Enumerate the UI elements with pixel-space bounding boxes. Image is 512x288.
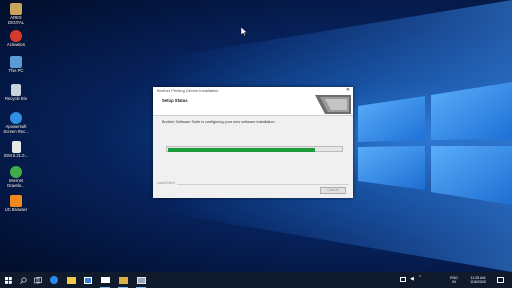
task-view-icon [34, 276, 42, 283]
taskbar-file-explorer[interactable] [63, 272, 79, 288]
chevron-up-icon[interactable]: ⌃ [418, 276, 422, 281]
mouse-cursor-icon [241, 27, 248, 36]
app-icon [118, 276, 128, 284]
installer-icon [136, 276, 146, 284]
document-icon [11, 141, 21, 153]
cancel-button[interactable]: Cancel [320, 187, 346, 194]
edge-browser-icon [50, 276, 58, 284]
notification-center-icon[interactable] [497, 277, 504, 283]
installshield-label: InstallShield [157, 181, 177, 185]
progress-bar-fill [168, 148, 315, 152]
close-icon[interactable]: ✕ [346, 87, 350, 94]
language-indicator[interactable]: ENG IN [448, 276, 460, 284]
language-line2: IN [452, 280, 456, 284]
mail-icon [100, 277, 110, 283]
screen-recorder-icon [10, 112, 22, 124]
installer-logo-icon [315, 95, 351, 114]
footer-divider [157, 184, 349, 185]
clock[interactable]: 11:25 AM 11/6/2020 [463, 276, 493, 284]
desktop-icon-this-pc[interactable]: This PC [3, 56, 29, 74]
windows-logo-icon [4, 276, 12, 284]
computer-icon [10, 56, 22, 68]
desktop-icon-activation[interactable]: Activation [3, 30, 29, 48]
setup-status-heading: Setup Status [162, 98, 188, 103]
desktop-icon-ares-digital[interactable]: ARES DIGITAL [3, 3, 29, 25]
taskbar: ◀ ⌃ ENG IN 11:25 AM 11/6/2020 [0, 272, 512, 288]
task-view-button[interactable] [30, 272, 46, 288]
search-button[interactable] [15, 272, 31, 288]
recycle-bin-icon [11, 84, 21, 96]
uc-browser-icon [10, 195, 22, 207]
installer-dialog: Brother Printing Device Installation ✕ S… [153, 87, 353, 198]
status-message: Brother Software Suite is configuring yo… [162, 120, 276, 124]
taskbar-edge[interactable] [46, 272, 62, 288]
taskbar-mail[interactable] [97, 272, 113, 288]
network-icon[interactable] [400, 277, 406, 282]
internet-download-manager-icon [10, 166, 22, 178]
taskbar-store[interactable] [80, 272, 96, 288]
search-icon [19, 276, 27, 284]
taskbar-installer[interactable] [133, 272, 149, 288]
progress-bar [166, 146, 343, 152]
start-button[interactable] [0, 272, 16, 288]
dialog-titlebar[interactable]: Brother Printing Device Installation ✕ [153, 87, 353, 94]
desktop-icon-uc-browser[interactable]: UC Browser [3, 195, 29, 213]
dialog-title: Brother Printing Device Installation [157, 88, 219, 93]
desktop-icon-idm-file[interactable]: IDM.6.21.0... [3, 141, 29, 159]
clock-date: 11/6/2020 [470, 280, 486, 284]
desktop-icon-recycle-bin[interactable]: Recycle Bin [3, 84, 29, 102]
activation-tool-icon [10, 30, 22, 42]
desktop-icon-apowersoft[interactable]: Apowersoft Screen Rec... [3, 112, 29, 134]
folder-icon [66, 276, 76, 284]
dialog-header: Setup Status [153, 94, 353, 116]
folder-user-icon [10, 3, 22, 15]
volume-icon[interactable]: ◀ [410, 277, 414, 282]
desktop-icon-internet-download[interactable]: Internet Downlo... [3, 166, 29, 188]
store-icon [84, 276, 92, 284]
taskbar-app[interactable] [115, 272, 131, 288]
